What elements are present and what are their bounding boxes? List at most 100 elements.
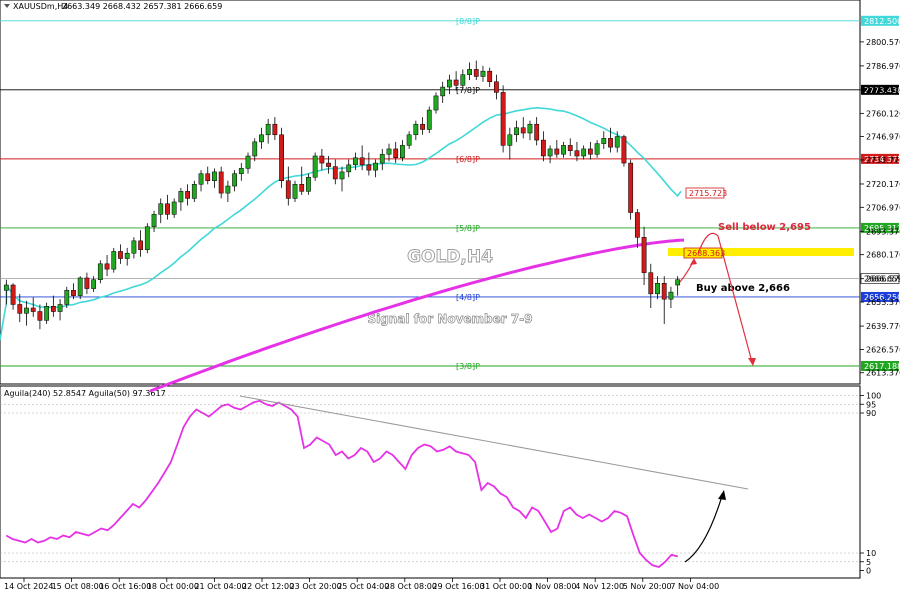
candle-body bbox=[198, 173, 204, 185]
candle-body bbox=[480, 70, 486, 77]
indicator-frame bbox=[0, 385, 861, 579]
header-ohlc: 2663.349 2668.432 2657.381 2666.659 bbox=[62, 2, 222, 11]
murrey-label: [3/8]P bbox=[456, 362, 480, 371]
header: XAUUSDm,H4 2663.349 2668.432 2657.381 26… bbox=[4, 2, 222, 11]
y-tick-label: 2693.370 bbox=[866, 227, 900, 236]
candle-body bbox=[272, 123, 278, 136]
x-tick-label: 21 Oct 04:00 bbox=[194, 582, 246, 591]
candle-body bbox=[628, 162, 634, 213]
x-tick-label: 5 Nov 20:00 bbox=[623, 582, 672, 591]
candle-body bbox=[138, 240, 144, 250]
candle-body bbox=[433, 95, 439, 111]
candle-body bbox=[648, 272, 654, 295]
y-tick-label: 2680.170 bbox=[866, 251, 900, 260]
candle-body bbox=[279, 134, 284, 181]
candle-body bbox=[50, 305, 56, 312]
candle-body bbox=[178, 191, 184, 203]
x-tick-label: 16 Oct 16:00 bbox=[99, 582, 151, 591]
candle-body bbox=[111, 251, 117, 270]
candle-body bbox=[312, 155, 318, 178]
candle-body bbox=[534, 123, 540, 141]
y-tick-label: 2666.570 bbox=[866, 275, 900, 284]
candle-body bbox=[285, 180, 291, 199]
y-tick-label: 2653.370 bbox=[866, 298, 900, 307]
candle-body bbox=[252, 141, 258, 157]
candle-body bbox=[601, 138, 607, 144]
candle-body bbox=[91, 279, 97, 289]
candle-body bbox=[124, 252, 130, 259]
candle-body bbox=[359, 157, 365, 166]
candle-body bbox=[527, 123, 533, 134]
ind-y-tick-label: 10 bbox=[866, 549, 876, 558]
x-tick-label: 18 Oct 00:00 bbox=[147, 582, 199, 591]
x-tick-label: 29 Oct 16:00 bbox=[432, 582, 484, 591]
candle-body bbox=[205, 173, 211, 181]
x-tick-label: 22 Oct 12:00 bbox=[242, 582, 294, 591]
y-tick-label: 2760.120 bbox=[866, 109, 900, 118]
chart-canvas: XAUUSDm,H4 2663.349 2668.432 2657.381 26… bbox=[0, 0, 900, 591]
candle-body bbox=[567, 145, 573, 151]
buy-annotation: Buy above 2,666 bbox=[696, 283, 790, 294]
y-tick-label: 2773.370 bbox=[866, 86, 900, 95]
candle-body bbox=[191, 184, 197, 199]
y-tick-label: 2613.370 bbox=[866, 369, 900, 378]
x-tick-label: 25 Oct 04:00 bbox=[337, 582, 389, 591]
candle-body bbox=[232, 173, 237, 187]
candle-body bbox=[547, 148, 553, 157]
price-axis: 2613.370 2626.570 2639.770 2653.370 2666.570… bbox=[860, 38, 900, 378]
candle-body bbox=[24, 307, 29, 314]
x-tick-label: 14 Oct 2024 bbox=[4, 582, 53, 591]
y-tick-label: 2626.570 bbox=[866, 345, 900, 354]
candle-body bbox=[587, 148, 593, 155]
candle-body bbox=[413, 123, 419, 136]
y-tick-label: 2720.170 bbox=[866, 180, 900, 189]
candle-body bbox=[554, 148, 560, 155]
candle-body bbox=[420, 123, 425, 130]
candle-body bbox=[460, 74, 466, 86]
candle-body bbox=[621, 136, 627, 164]
candle-body bbox=[467, 69, 472, 75]
y-tick-label: 2746.970 bbox=[866, 133, 900, 142]
candle-body bbox=[77, 277, 83, 296]
candle-body bbox=[614, 136, 620, 148]
x-tick-label: 28 Oct 08:00 bbox=[385, 582, 437, 591]
candle-body bbox=[97, 263, 103, 280]
candle-body bbox=[668, 291, 674, 300]
candle-body bbox=[581, 148, 587, 157]
murrey-label: [4/8]P bbox=[456, 293, 480, 302]
candle-body bbox=[453, 79, 459, 86]
candle-body bbox=[165, 203, 170, 215]
candle-body bbox=[594, 143, 600, 155]
candle-body bbox=[326, 162, 331, 167]
ind-y-tick-label: 0 bbox=[866, 567, 871, 576]
main-chart-frame bbox=[0, 0, 861, 385]
murrey-label: [7/8]P bbox=[456, 86, 480, 95]
candle-body bbox=[379, 153, 385, 164]
x-tick-label: 31 Oct 00:00 bbox=[480, 582, 532, 591]
time-axis: 14 Oct 202415 Oct 08:0016 Oct 16:0018 Oc… bbox=[4, 578, 719, 591]
candle-body bbox=[10, 284, 16, 305]
y-tick-label: 2733.770 bbox=[866, 156, 900, 165]
candle-body bbox=[353, 157, 358, 166]
candle-body bbox=[151, 214, 157, 227]
header-symbol: XAUUSDm,H4 bbox=[13, 2, 68, 11]
candle-body bbox=[185, 191, 191, 199]
y-tick-label: 2786.970 bbox=[866, 62, 900, 71]
candle-body bbox=[245, 155, 251, 169]
candle-body bbox=[339, 171, 345, 180]
x-tick-label: 4 Nov 12:00 bbox=[575, 582, 624, 591]
candle-body bbox=[104, 263, 110, 270]
ma21-tag: 2715.723 bbox=[689, 189, 727, 198]
candle-body bbox=[634, 212, 640, 238]
indicator-header: Aguila(240) 52.8547 Aguila(50) 97.3617 bbox=[4, 389, 166, 398]
candle-body bbox=[440, 86, 446, 97]
candle-body bbox=[661, 283, 667, 300]
candle-body bbox=[540, 139, 546, 157]
candle-body bbox=[400, 145, 405, 159]
y-tick-label: 2639.770 bbox=[866, 322, 900, 331]
candle-body bbox=[131, 240, 137, 254]
sell-annotation: Sell below 2,695 bbox=[718, 222, 811, 233]
candle-body bbox=[64, 290, 70, 305]
ind-y-tick-label: 5 bbox=[866, 558, 871, 567]
candle-body bbox=[346, 164, 352, 173]
